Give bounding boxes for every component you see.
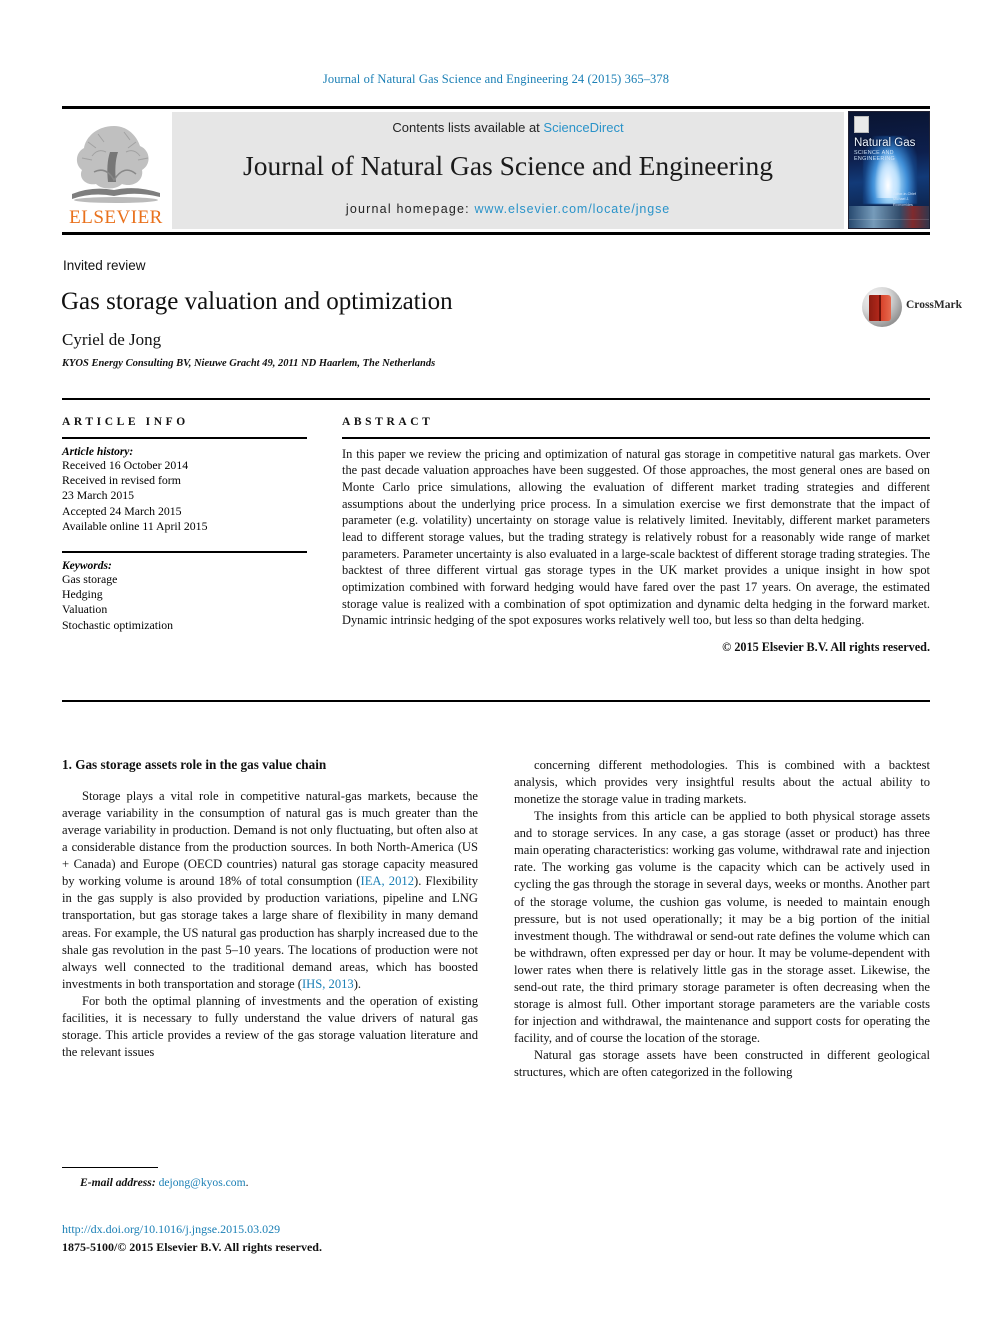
info-block-top-rule <box>62 398 930 400</box>
info-block-bottom-rule <box>62 700 930 702</box>
article-type: Invited review <box>63 258 146 273</box>
history-item: 23 March 2015 <box>62 488 135 503</box>
doi-link[interactable]: http://dx.doi.org/10.1016/j.jngse.2015.0… <box>62 1222 280 1237</box>
issn-copyright-line: 1875-5100/© 2015 Elsevier B.V. All right… <box>62 1240 322 1254</box>
body-column-left: 1. Gas storage assets role in the gas va… <box>62 757 478 1061</box>
journal-homepage-line: journal homepage: www.elsevier.com/locat… <box>172 202 844 216</box>
cover-publisher-mark <box>854 116 869 133</box>
cover-subtitle: SCIENCE AND ENGINEERING <box>854 150 896 162</box>
masthead-bottom-rule <box>62 232 930 235</box>
paper-page: Journal of Natural Gas Science and Engin… <box>0 0 992 1323</box>
history-item: Available online 11 April 2015 <box>62 518 208 533</box>
paragraph-text: ). Flexibility in the gas supply is also… <box>62 874 478 991</box>
body-paragraph: Natural gas storage assets have been con… <box>514 1048 930 1080</box>
homepage-prefix: journal homepage: <box>345 202 475 216</box>
article-info-heading: ARTICLE INFO <box>62 416 189 428</box>
citation-link-ihs[interactable]: IHS, 2013 <box>302 977 354 991</box>
cover-title: Natural Gas <box>854 137 916 149</box>
keywords-label: Keywords: <box>62 559 112 572</box>
abstract-heading: ABSTRACT <box>342 416 434 428</box>
author-affiliation: KYOS Energy Consulting BV, Nieuwe Gracht… <box>62 358 436 369</box>
elsevier-logo: ELSEVIER <box>64 112 168 230</box>
crossmark-badge[interactable]: CrossMark <box>862 286 962 330</box>
footnote-email: E-mail address: dejong@kyos.com. <box>62 1176 482 1189</box>
journal-cover-thumbnail: Natural Gas SCIENCE AND ENGINEERING Edit… <box>848 111 930 229</box>
article-info-rule <box>62 437 307 439</box>
body-paragraph: Storage plays a vital role in competitiv… <box>62 788 478 993</box>
homepage-url-link[interactable]: www.elsevier.com/locate/jngse <box>475 202 671 216</box>
citation-link-iea[interactable]: IEA, 2012 <box>361 874 415 888</box>
author-name: Cyriel de Jong <box>62 330 162 349</box>
footnote-rule <box>62 1167 158 1169</box>
body-paragraph: The insights from this article can be ap… <box>514 809 930 1045</box>
masthead-top-rule <box>62 106 930 109</box>
running-head: Journal of Natural Gas Science and Engin… <box>322 72 670 86</box>
abstract-rule <box>342 437 930 439</box>
elsevier-wordmark: ELSEVIER <box>69 207 163 228</box>
email-link[interactable]: dejong@kyos.com <box>159 1176 246 1189</box>
abstract-text: In this paper we review the pricing and … <box>342 446 930 628</box>
article-info-block: ARTICLE INFO Article history: Received 1… <box>62 416 307 633</box>
abstract-block: ABSTRACT In this paper we review the pri… <box>342 416 930 655</box>
section-heading-1: 1. Gas storage assets role in the gas va… <box>62 757 327 772</box>
cover-bottom-strip <box>849 206 929 228</box>
crossmark-label: CrossMark <box>906 299 963 311</box>
email-label: E-mail address: <box>80 1176 156 1189</box>
body-paragraph: concerning different methodologies. This… <box>514 758 930 807</box>
keyword-item: Valuation <box>62 602 108 617</box>
crossmark-icon <box>862 287 902 327</box>
sciencedirect-link[interactable]: ScienceDirect <box>543 120 623 135</box>
keyword-item: Stochastic optimization <box>62 617 174 632</box>
abstract-copyright: © 2015 Elsevier B.V. All rights reserved… <box>722 639 930 654</box>
keywords-rule <box>62 551 307 553</box>
paragraph-text: ). <box>353 976 362 991</box>
page-title: Gas storage valuation and optimization <box>61 288 453 315</box>
body-paragraph: For both the optimal planning of investm… <box>62 993 478 1059</box>
history-item: Received in revised form <box>62 472 181 487</box>
body-column-right: concerning different methodologies. This… <box>514 757 930 1081</box>
keyword-item: Hedging <box>62 587 103 602</box>
journal-masthead: ELSEVIER Contents lists available at Sci… <box>62 106 930 235</box>
article-history-label: Article history: <box>62 445 134 458</box>
keyword-item: Gas storage <box>62 571 118 586</box>
history-item: Accepted 24 March 2015 <box>62 503 182 518</box>
email-suffix: . <box>245 1176 249 1189</box>
crossmark-book-icon <box>869 295 891 321</box>
history-item: Received 16 October 2014 <box>62 457 189 472</box>
contents-available-line: Contents lists available at ScienceDirec… <box>172 120 844 135</box>
elsevier-tree-icon <box>72 126 160 203</box>
journal-title: Journal of Natural Gas Science and Engin… <box>243 150 773 181</box>
contents-prefix: Contents lists available at <box>392 120 544 135</box>
